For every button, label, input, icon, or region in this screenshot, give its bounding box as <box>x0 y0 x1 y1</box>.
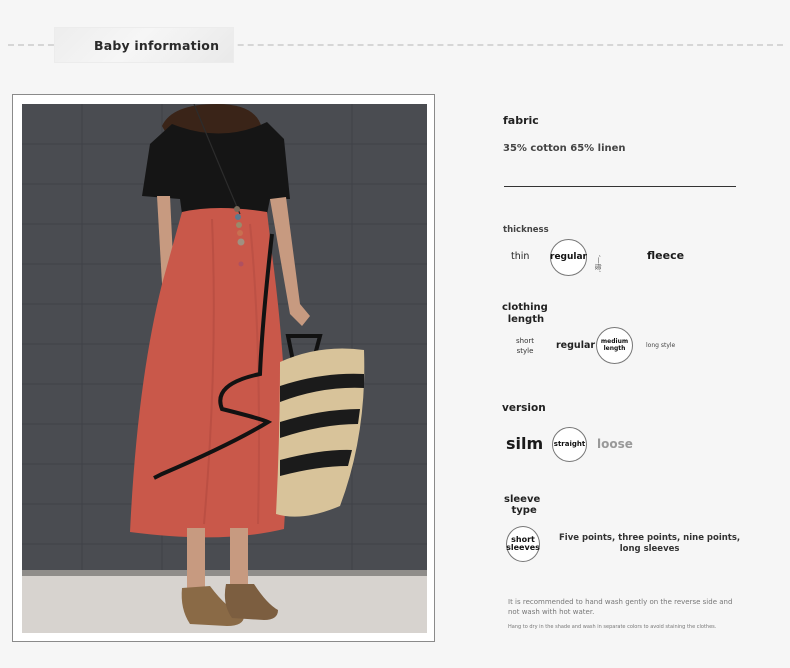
thickness-option-regular: regular <box>550 251 587 262</box>
clothing-length-option-medium-selected: medium length <box>596 327 633 364</box>
fabric-label: fabric <box>503 114 539 127</box>
thickness-option-thin: thin <box>511 251 530 262</box>
version-option-silm: silm <box>506 434 544 453</box>
sleeve-type-option-other: Five points, three points, nine points, … <box>559 533 741 554</box>
section-title: Baby information <box>94 37 220 53</box>
thickness-option-regular-selected: regular <box>550 239 587 276</box>
clothing-length-option-long: long style <box>646 342 676 349</box>
fabric-divider <box>504 186 736 187</box>
clothing-length-option-short-style: short style <box>516 337 534 355</box>
product-info-page: Baby information fabric 35% cotton 65% l… <box>0 0 790 668</box>
product-photo-frame <box>12 94 435 642</box>
sleeve-type-label: sleeve type <box>504 494 541 516</box>
version-option-loose: loose <box>597 437 633 451</box>
fabric-value: 35% cotton 65% linen <box>503 143 626 154</box>
section-title-tag: Baby information <box>54 27 234 63</box>
care-note-wash: It is recommended to hand wash gently on… <box>508 598 733 616</box>
version-option-straight: straight <box>553 439 586 448</box>
care-note-dry: Hang to dry in the shade and wash in sep… <box>508 624 717 630</box>
thickness-label: thickness <box>503 225 549 235</box>
thickness-option-general: ‘一般’ <box>594 255 602 273</box>
thickness-option-fleece: fleece <box>647 249 685 262</box>
sleeve-type-option-short: short sleeves <box>506 534 540 552</box>
version-option-straight-selected: straight <box>552 427 587 462</box>
sleeve-type-option-short-selected: short sleeves <box>506 526 540 562</box>
product-photo <box>22 104 427 633</box>
clothing-length-label: clothing length <box>502 302 548 325</box>
clothing-length-option-regular: regular <box>556 340 596 351</box>
version-label: version <box>502 402 546 414</box>
clothing-length-option-medium: medium length <box>600 338 629 352</box>
